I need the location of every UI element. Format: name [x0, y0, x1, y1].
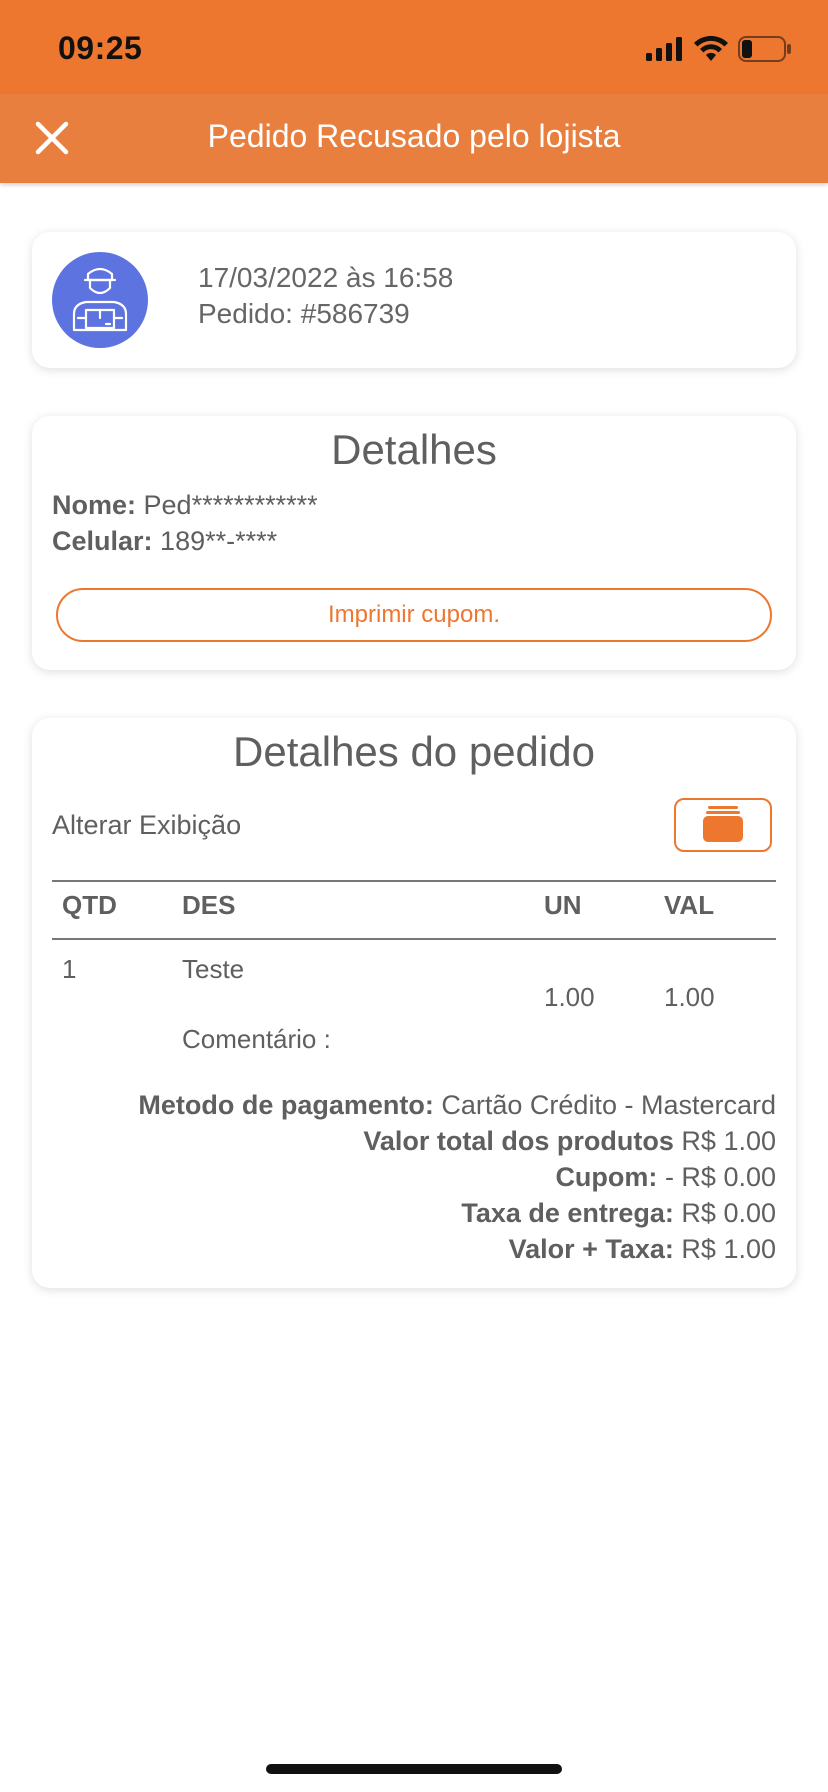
order-details-title: Detalhes do pedido	[233, 728, 595, 775]
column-header-val: VAL	[664, 890, 715, 920]
battery-icon	[738, 36, 791, 62]
row-description: Teste	[182, 954, 245, 984]
payment-method-row: Metodo de pagamento: Cartão Crédito - Ma…	[138, 1090, 776, 1121]
order-number: Pedido: #586739	[198, 298, 410, 329]
column-header-un: UN	[544, 890, 582, 920]
order-details-card: Detalhes do pedido Alterar Exibição QTD …	[32, 718, 796, 1288]
payment-method-value: Cartão Crédito - Mastercard	[441, 1090, 776, 1120]
delivery-person-icon	[72, 267, 128, 332]
payment-method-label: Metodo de pagamento:	[138, 1090, 434, 1120]
phone-label: Celular:	[52, 526, 153, 556]
page-title: Pedido Recusado pelo lojista	[207, 118, 621, 154]
table-header-divider	[52, 938, 776, 940]
total-products-value: R$ 1.00	[681, 1126, 776, 1156]
home-indicator[interactable]	[266, 1764, 562, 1774]
signal-icon	[646, 37, 682, 61]
delivery-fee-value: R$ 0.00	[681, 1198, 776, 1228]
delivery-fee-label: Taxa de entrega:	[461, 1198, 674, 1228]
change-view-label: Alterar Exibição	[52, 810, 242, 840]
customer-phone-row: Celular: 189**-****	[52, 526, 277, 557]
customer-name-row: Nome: Ped************	[52, 490, 318, 521]
column-header-qtd: QTD	[62, 890, 117, 920]
value-plus-fee-value: R$ 1.00	[681, 1234, 776, 1264]
coupon-row: Cupom: - R$ 0.00	[555, 1162, 776, 1193]
coupon-label: Cupom:	[555, 1162, 658, 1192]
card-stack-icon	[703, 806, 743, 842]
name-label: Nome:	[52, 490, 137, 520]
row-unit-price: 1.00	[544, 982, 595, 1012]
coupon-value: - R$ 0.00	[664, 1162, 776, 1192]
value-plus-fee-label: Valor + Taxa:	[508, 1234, 674, 1264]
status-icons	[646, 36, 792, 62]
order-card: 17/03/2022 às 16:58 Pedido: #586739	[32, 232, 796, 368]
name-value: Ped************	[143, 490, 318, 520]
nav-bar: Pedido Recusado pelo lojista	[0, 94, 828, 183]
row-qtd: 1	[62, 954, 77, 984]
order-datetime: 17/03/2022 às 16:58	[198, 262, 454, 293]
delivery-fee-row: Taxa de entrega: R$ 0.00	[461, 1198, 776, 1229]
column-header-des: DES	[182, 890, 236, 920]
status-time: 09:25	[58, 30, 143, 66]
print-coupon-button[interactable]: Imprimir cupom.	[56, 588, 772, 642]
phone-value: 189**-****	[160, 526, 278, 556]
total-products-label: Valor total dos produtos	[363, 1126, 674, 1156]
row-value: 1.00	[664, 982, 715, 1012]
status-bar: 09:25	[0, 0, 828, 94]
value-plus-fee-row: Valor + Taxa: R$ 1.00	[509, 1234, 776, 1265]
change-view-button[interactable]	[674, 798, 772, 852]
wifi-icon	[694, 36, 728, 61]
avatar	[52, 252, 148, 348]
row-comment: Comentário :	[182, 1024, 331, 1054]
table-top-divider	[52, 880, 776, 882]
details-title: Detalhes	[331, 426, 497, 473]
details-card: Detalhes Nome: Ped************ Celular: …	[32, 416, 796, 670]
total-products-row: Valor total dos produtos R$ 1.00	[363, 1126, 776, 1157]
